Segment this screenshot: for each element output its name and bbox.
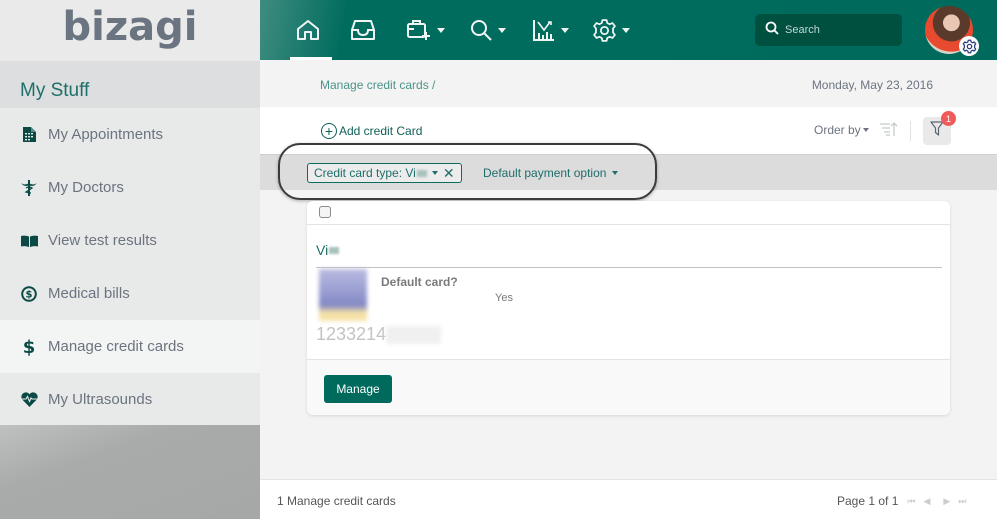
breadcrumb-bar: Manage credit cards / Monday, May 23, 20… xyxy=(260,60,997,107)
sidebar-item-label: My Ultrasounds xyxy=(48,391,153,408)
plus-circle-icon: + xyxy=(321,123,337,139)
sidebar-item-label: My Appointments xyxy=(48,126,164,143)
sidebar-item-my-doctors[interactable]: My Doctors xyxy=(0,161,260,214)
filter-icon xyxy=(930,121,944,141)
sidebar-item-label: View test results xyxy=(48,232,157,249)
chevron-down-icon xyxy=(612,171,619,175)
add-credit-card-button[interactable]: + Add credit Card xyxy=(321,123,422,139)
previous-page-icon[interactable]: ◀ xyxy=(924,496,931,507)
filter-chip-label: Credit card type: Vi xyxy=(314,166,416,180)
credit-card-image xyxy=(319,269,367,321)
manage-button[interactable]: Manage xyxy=(324,375,392,403)
analytics-menu[interactable] xyxy=(532,14,569,46)
list-toolbar: + Add credit Card Order by 1 xyxy=(260,107,997,154)
default-card-label: Default card? xyxy=(381,275,458,289)
chevron-down-icon xyxy=(498,27,506,33)
toolbar-divider xyxy=(910,121,911,141)
sidebar-background-image xyxy=(0,425,260,519)
record-count: 1 Manage credit cards xyxy=(277,494,396,508)
search-menu[interactable] xyxy=(469,14,506,46)
sidebar-item-my-appointments[interactable]: My Appointments xyxy=(0,108,260,161)
chevron-down-icon xyxy=(862,128,869,132)
chevron-down-icon xyxy=(437,27,445,33)
new-case-icon xyxy=(406,18,432,42)
sidebar-item-label: Manage credit cards xyxy=(48,338,184,355)
card-number: 1233214 xyxy=(316,324,442,345)
chevron-down-icon xyxy=(561,27,569,33)
breadcrumb[interactable]: Manage credit cards / xyxy=(320,78,435,92)
bizagi-logo[interactable]: bizagi xyxy=(63,7,198,47)
sidebar: bizagi My Stuff My Appointments My Docto… xyxy=(0,0,260,519)
settings-icon xyxy=(592,18,617,43)
redacted-text xyxy=(416,169,427,177)
card-header xyxy=(307,201,950,225)
card-type-text: Vi xyxy=(316,242,329,258)
sidebar-item-medical-bills[interactable]: $ Medical bills xyxy=(0,267,260,320)
filter-dropdown-label: Default payment option xyxy=(483,166,607,180)
sidebar-item-label: My Doctors xyxy=(48,179,124,196)
section-title: My Stuff xyxy=(0,61,260,108)
first-page-icon[interactable]: ⏮ xyxy=(907,496,915,507)
card-footer: Manage xyxy=(307,359,950,415)
card-number-text: 1233214 xyxy=(316,324,387,344)
home-icon xyxy=(296,19,320,41)
order-by-label: Order by xyxy=(814,123,861,137)
sidebar-item-my-ultrasounds[interactable]: My Ultrasounds xyxy=(0,373,260,426)
settings-menu[interactable] xyxy=(592,14,630,46)
redacted-text xyxy=(386,325,442,344)
logo-area: bizagi xyxy=(0,0,260,61)
filter-count-badge: 1 xyxy=(941,111,956,126)
inbox-icon xyxy=(350,19,376,41)
sidebar-item-label: Medical bills xyxy=(48,285,130,302)
redacted-text xyxy=(329,246,340,254)
default-payment-option-filter[interactable]: Default payment option xyxy=(483,166,619,180)
svg-text:$: $ xyxy=(23,338,36,356)
search-icon xyxy=(765,21,779,40)
chevron-down-icon xyxy=(431,171,438,175)
page-indicator: Page 1 of 1 xyxy=(837,494,899,508)
home-button[interactable] xyxy=(296,14,320,46)
dollar-circle-icon: $ xyxy=(20,285,38,303)
sidebar-item-manage-credit-cards[interactable]: $ Manage credit cards xyxy=(0,320,260,373)
heartbeat-icon xyxy=(20,391,38,409)
add-credit-card-label: Add credit Card xyxy=(339,124,423,138)
card-divider xyxy=(316,267,942,268)
pagination: Page 1 of 1 ⏮ ◀ ▶ ⏭ xyxy=(837,494,966,508)
caduceus-icon xyxy=(20,179,38,197)
open-book-icon xyxy=(20,232,38,250)
credit-card-item: Vi Default card? Yes 1233214 Manage xyxy=(307,201,950,415)
top-navigation-bar xyxy=(260,0,997,60)
new-case-menu[interactable] xyxy=(406,14,445,46)
default-card-value: Yes xyxy=(495,292,513,304)
search-icon xyxy=(469,18,493,42)
list-footer: 1 Manage credit cards Page 1 of 1 ⏮ ◀ ▶ … xyxy=(260,479,997,519)
svg-text:$: $ xyxy=(26,289,33,300)
analytics-icon xyxy=(532,18,556,42)
credit-card-type-filter-chip[interactable]: Credit card type: Vi ✕ xyxy=(307,163,462,183)
sidebar-item-view-test-results[interactable]: View test results xyxy=(0,214,260,267)
select-checkbox[interactable] xyxy=(319,206,331,218)
close-icon[interactable]: ✕ xyxy=(443,165,455,182)
search-box[interactable] xyxy=(755,14,902,46)
filter-button[interactable]: 1 xyxy=(923,111,956,145)
current-date: Monday, May 23, 2016 xyxy=(811,78,933,92)
order-by-dropdown[interactable]: Order by xyxy=(814,123,869,137)
active-filters-bar: Credit card type: Vi ✕ Default payment o… xyxy=(260,154,997,190)
sort-direction-icon[interactable] xyxy=(880,122,898,141)
next-page-icon[interactable]: ▶ xyxy=(943,496,950,507)
last-page-icon[interactable]: ⏭ xyxy=(958,496,966,507)
user-avatar[interactable] xyxy=(925,6,979,56)
inbox-button[interactable] xyxy=(350,14,376,46)
chevron-down-icon xyxy=(622,27,630,33)
user-settings-icon[interactable] xyxy=(959,36,979,56)
document-icon xyxy=(20,126,38,144)
dollar-icon: $ xyxy=(20,338,38,356)
card-type-title: Vi xyxy=(316,242,340,258)
search-input[interactable] xyxy=(785,24,895,36)
